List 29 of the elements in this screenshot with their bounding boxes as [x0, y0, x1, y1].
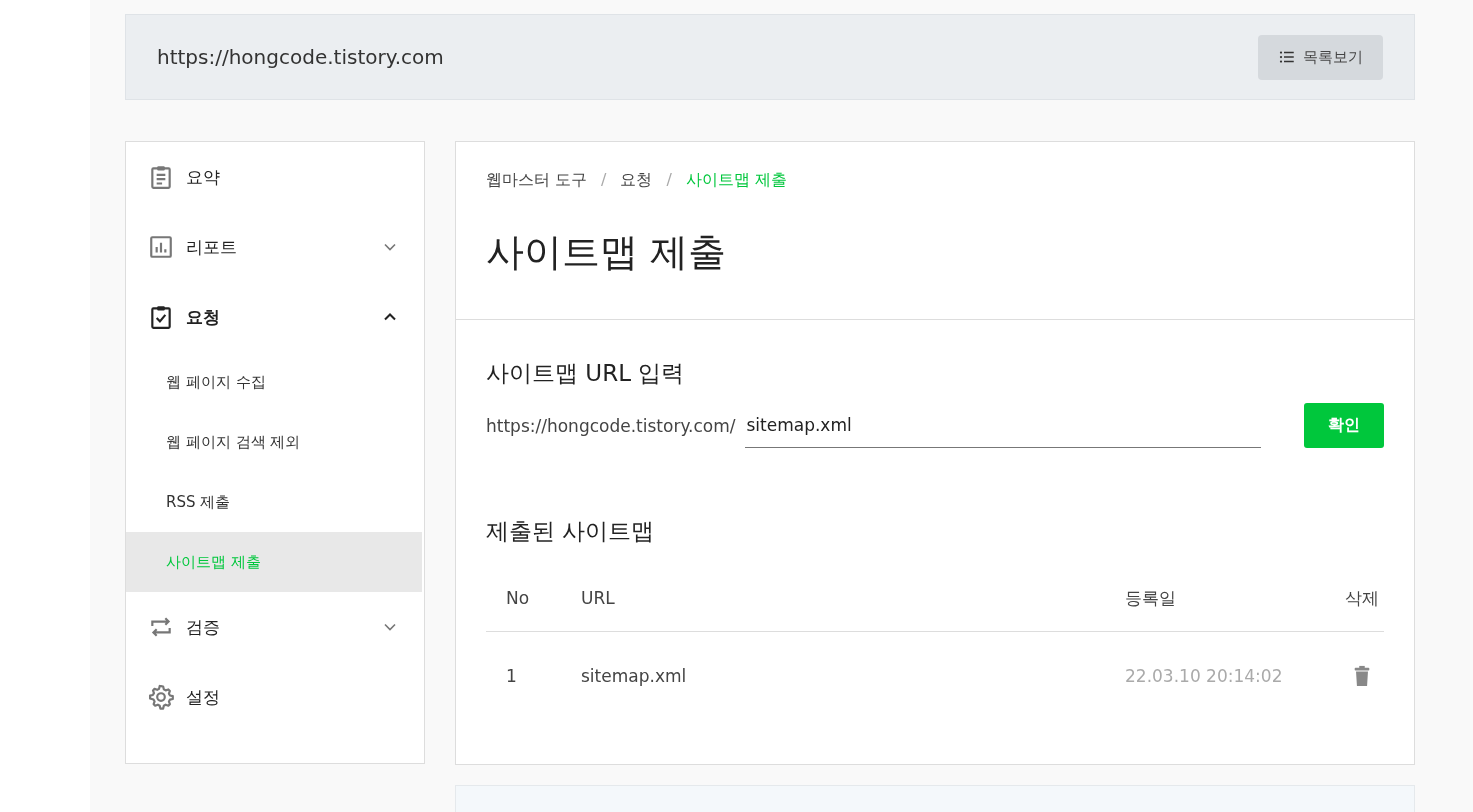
breadcrumb-link[interactable]: 요청	[620, 170, 653, 191]
url-prefix: https://hongcode.tistory.com/	[486, 415, 736, 436]
settings-icon	[148, 684, 174, 710]
breadcrumb-separator: /	[601, 170, 607, 191]
table-cell-text: 1	[506, 666, 518, 686]
section-title: 사이트맵 URL 입력	[486, 359, 686, 388]
breadcrumb-link[interactable]: 웹마스터 도구	[486, 170, 588, 191]
sidebar-item[interactable]: 리포트	[126, 212, 424, 282]
clipboard-icon	[148, 164, 174, 190]
sidebar-item[interactable]: 요청	[126, 282, 424, 352]
column-header: 등록일	[1125, 586, 1177, 610]
sidebar-item[interactable]: 설정	[126, 662, 424, 732]
table-cell-text: 22.03.10 20:14:02	[1125, 666, 1284, 686]
breadcrumb-separator: /	[666, 170, 672, 191]
sidebar-item[interactable]: 검증	[126, 592, 424, 662]
sidebar-subitem[interactable]: 웹 페이지 수집	[126, 352, 422, 412]
column-header: 삭제	[1345, 586, 1379, 610]
page-title: 사이트맵 제출	[486, 229, 728, 276]
column-header: No	[506, 588, 531, 608]
bar-chart-icon	[148, 234, 174, 260]
list-view-button[interactable]: 목록보기	[1258, 34, 1383, 80]
sidebar-subitem[interactable]: RSS 제출	[126, 472, 422, 532]
section-title: 제출된 사이트맵	[486, 517, 656, 546]
site-url: https://hongcode.tistory.com	[157, 45, 444, 69]
table-cell-text: sitemap.xml	[581, 666, 688, 686]
checklist-clipboard-icon	[148, 304, 174, 330]
column-header: URL	[581, 588, 616, 608]
sidebar-subitem[interactable]: 웹 페이지 검색 제외	[126, 412, 422, 472]
sidebar-item[interactable]: 요약	[126, 142, 424, 212]
